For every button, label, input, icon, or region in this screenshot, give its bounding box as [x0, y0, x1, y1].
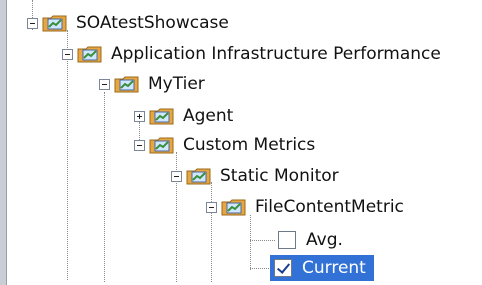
tree-leaf-label[interactable]: Avg. [304, 229, 345, 251]
folder-chart-icon [149, 106, 175, 126]
minus-toggle-icon[interactable] [27, 17, 38, 29]
tree-node-label[interactable]: FileContentMetric [253, 196, 406, 218]
tree-leaf-current[interactable]: Current [270, 253, 374, 283]
tree-node-filecontentmetric[interactable]: FileContentMetric [206, 192, 406, 222]
folder-chart-icon [186, 166, 212, 186]
tree-node-label[interactable]: MyTier [146, 73, 207, 95]
folder-chart-icon [221, 197, 247, 217]
tree-node-label[interactable]: Application Infrastructure Performance [109, 43, 443, 65]
plus-toggle-icon[interactable] [134, 110, 145, 122]
folder-chart-icon [77, 44, 103, 64]
tree-node-label[interactable]: Agent [181, 105, 235, 127]
tree-node-custom-metrics[interactable]: Custom Metrics [134, 130, 317, 160]
minus-toggle-icon[interactable] [171, 170, 182, 182]
folder-chart-icon [42, 13, 68, 33]
tree-connector [250, 240, 275, 241]
tree-leaf-label[interactable]: Current [300, 257, 368, 279]
metric-checkbox[interactable] [278, 231, 296, 249]
metrics-tree: SOAtestShowcase Application Infrastructu… [0, 0, 482, 285]
tree-leaf-avg[interactable]: Avg. [278, 225, 345, 255]
minus-toggle-icon[interactable] [206, 201, 217, 213]
metric-checkbox[interactable] [274, 259, 292, 277]
selection-highlight[interactable]: Current [270, 255, 374, 281]
folder-chart-icon [114, 74, 140, 94]
tree-node-static-monitor[interactable]: Static Monitor [171, 161, 341, 191]
tree-node-agent[interactable]: Agent [134, 101, 235, 131]
minus-toggle-icon[interactable] [134, 139, 145, 151]
tree-connector [250, 215, 251, 270]
folder-chart-icon [149, 135, 175, 155]
tree-node-label[interactable]: Custom Metrics [181, 134, 317, 156]
tree-node-label[interactable]: SOAtestShowcase [74, 12, 231, 34]
tree-node-mytier[interactable]: MyTier [99, 69, 207, 99]
tree-node-label[interactable]: Static Monitor [218, 165, 341, 187]
minus-toggle-icon[interactable] [62, 48, 73, 60]
tree-node-application-infrastructure-performance[interactable]: Application Infrastructure Performance [62, 39, 443, 69]
tree-node-soatestshowcase[interactable]: SOAtestShowcase [27, 8, 231, 38]
tree-connector [104, 92, 105, 282]
minus-toggle-icon[interactable] [99, 78, 110, 90]
